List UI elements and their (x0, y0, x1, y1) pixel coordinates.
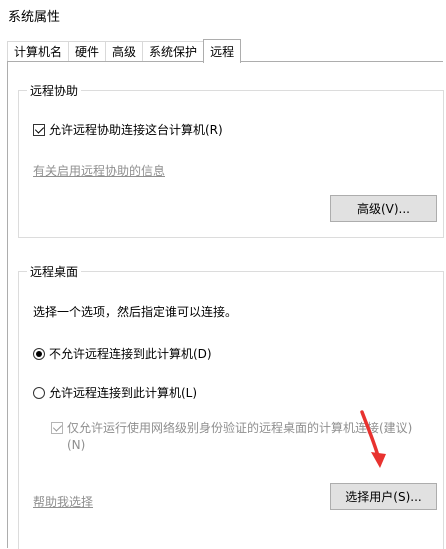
nla-label-line1: 仅允许运行使用网络级别身份验证的远程桌面的计算机连接(建议) (67, 421, 413, 435)
remote-assistance-info-link[interactable]: 有关启用远程协助的信息 (33, 162, 165, 179)
tab-system-protection[interactable]: 系统保护 (142, 41, 205, 62)
deny-remote-connections-label: 不允许远程连接到此计算机(D) (49, 347, 212, 361)
select-users-button[interactable]: 选择用户(S)... (330, 483, 437, 510)
nla-label-line2: (N) (67, 438, 86, 452)
checkbox-box[interactable] (33, 123, 45, 136)
remote-desktop-group-label: 远程桌面 (27, 263, 82, 280)
tab-bar: 计算机名 硬件 高级 系统保护 远程 (7, 38, 242, 63)
tab-hardware[interactable]: 硬件 (68, 41, 107, 62)
deny-remote-connections-radio[interactable]: 不允许远程连接到此计算机(D) (33, 345, 212, 362)
tab-advanced[interactable]: 高级 (105, 41, 144, 62)
help-me-choose-link[interactable]: 帮助我选择 (33, 493, 93, 510)
radio-circle[interactable] (33, 386, 45, 399)
tab-panel-remote: 远程协助 允许远程协助连接这台计算机(R) 有关启用远程协助的信息 高级(V).… (7, 61, 444, 549)
remote-assistance-group: 远程协助 允许远程协助连接这台计算机(R) 有关启用远程协助的信息 高级(V).… (18, 82, 444, 238)
tab-computer-name[interactable]: 计算机名 (7, 41, 70, 62)
remote-desktop-group: 远程桌面 选择一个选项，然后指定谁可以连接。 不允许远程连接到此计算机(D) 允… (18, 263, 444, 549)
remote-desktop-instruction: 选择一个选项，然后指定谁可以连接。 (33, 305, 238, 319)
allow-remote-assistance-label: 允许远程协助连接这台计算机(R) (49, 123, 223, 137)
checkbox-box (51, 422, 63, 434)
allow-remote-connections-radio[interactable]: 允许远程连接到此计算机(L) (33, 384, 197, 401)
tab-remote[interactable]: 远程 (203, 39, 242, 63)
remote-assistance-group-label: 远程协助 (27, 82, 82, 99)
window-title: 系统属性 (8, 10, 61, 25)
radio-circle[interactable] (33, 347, 45, 360)
allow-remote-assistance-checkbox[interactable]: 允许远程协助连接这台计算机(R) (33, 121, 223, 138)
advanced-button[interactable]: 高级(V)... (330, 195, 437, 222)
allow-remote-connections-label: 允许远程连接到此计算机(L) (49, 386, 198, 400)
